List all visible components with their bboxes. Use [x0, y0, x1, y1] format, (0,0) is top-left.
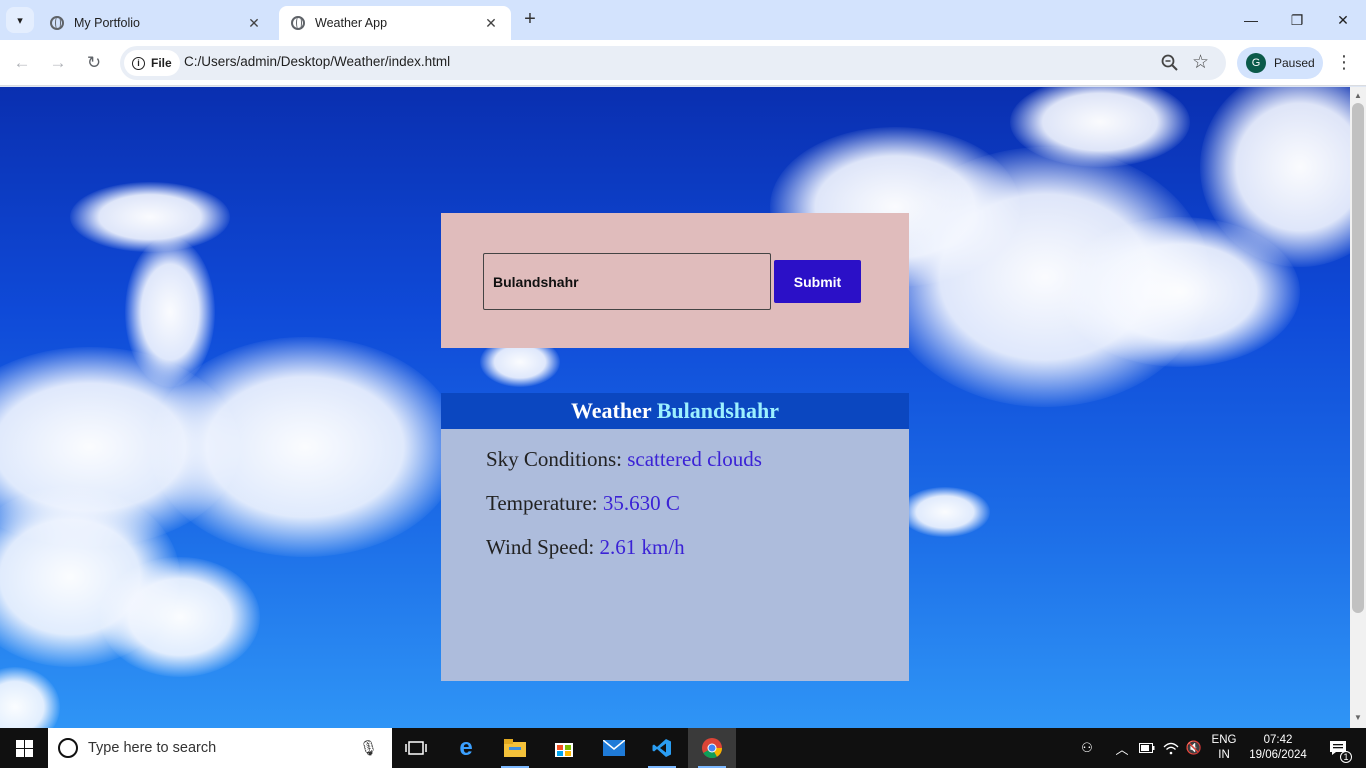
clock-time: 07:42: [1263, 734, 1293, 746]
task-view-icon[interactable]: [392, 728, 440, 768]
cloud-shape: [70, 182, 230, 252]
clock[interactable]: 07:42 19/06/2024: [1248, 728, 1308, 768]
chrome-icon[interactable]: [688, 728, 736, 768]
tab-search-button[interactable]: ▾: [6, 7, 34, 33]
chevron-down-icon: ▾: [17, 14, 23, 27]
restore-button[interactable]: ❐: [1274, 0, 1320, 40]
sky-value: scattered clouds: [627, 447, 762, 471]
scrollbar-thumb[interactable]: [1352, 103, 1364, 613]
cloud-shape: [900, 487, 990, 537]
profile-button[interactable]: G Paused: [1237, 47, 1323, 79]
scroll-down-icon[interactable]: ▼: [1354, 713, 1362, 722]
temperature-row: Temperature: 35.630 C: [486, 491, 680, 516]
tab-title: Weather App: [315, 16, 388, 30]
back-button[interactable]: ←: [9, 50, 35, 76]
cloud-shape: [100, 557, 260, 677]
temperature-label: Temperature:: [486, 491, 598, 515]
battery-icon[interactable]: [1136, 728, 1158, 768]
people-icon[interactable]: ⚇: [1074, 728, 1100, 768]
mail-icon[interactable]: [590, 728, 638, 768]
lang-code: ENG: [1211, 734, 1237, 746]
menu-kebab-icon[interactable]: ⋮: [1335, 52, 1353, 73]
close-window-button[interactable]: ✕: [1320, 0, 1366, 40]
vscode-icon[interactable]: [638, 728, 686, 768]
address-bar[interactable]: i File C:/Users/admin/Desktop/Weather/in…: [120, 46, 1226, 80]
windows-logo-icon: [15, 739, 33, 757]
close-icon[interactable]: ✕: [483, 15, 499, 32]
wind-speed-row: Wind Speed: 2.61 km/h: [486, 535, 685, 560]
zoom-icon[interactable]: [1160, 53, 1180, 73]
tab-title: My Portfolio: [74, 16, 140, 30]
reload-button[interactable]: ↻: [81, 50, 107, 76]
weather-header: Weather Bulandshahr: [441, 393, 909, 429]
submit-button[interactable]: Submit: [774, 260, 861, 303]
temperature-value: 35.630 C: [602, 491, 680, 515]
cortana-icon: [58, 738, 78, 758]
volume-muted-icon[interactable]: 🔇: [1183, 728, 1205, 768]
notification-center-button[interactable]: 1: [1318, 728, 1358, 768]
weather-card: Weather Bulandshahr Sky Conditions: scat…: [441, 393, 909, 681]
language-indicator[interactable]: ENG IN: [1206, 728, 1242, 768]
wind-value: 2.61 km/h: [599, 535, 685, 559]
chevron-up-icon[interactable]: ︿: [1112, 728, 1132, 768]
scroll-up-icon[interactable]: ▲: [1354, 91, 1362, 100]
info-icon: i: [132, 56, 145, 70]
globe-icon: [50, 16, 64, 30]
edge-browser-icon[interactable]: e: [442, 728, 490, 768]
forward-button[interactable]: →: [45, 50, 71, 76]
start-button[interactable]: [0, 728, 48, 768]
bookmark-star-icon[interactable]: ☆: [1192, 51, 1209, 74]
cloud-shape: [150, 337, 460, 557]
site-info-chip[interactable]: i File: [124, 50, 180, 76]
file-explorer-icon[interactable]: [491, 728, 539, 768]
url-text[interactable]: C:/Users/admin/Desktop/Weather/index.htm…: [184, 54, 450, 69]
wifi-icon[interactable]: [1160, 728, 1182, 768]
search-form-card: Submit: [441, 213, 909, 348]
weather-header-prefix: Weather: [570, 398, 652, 423]
tab-strip: ▾ My Portfolio ✕ Weather App ✕ + — ❐ ✕: [0, 0, 1366, 40]
sky-conditions-row: Sky Conditions: scattered clouds: [486, 447, 762, 472]
weather-header-city: Bulandshahr: [656, 398, 780, 423]
page-viewport: Submit Weather Bulandshahr Sky Condition…: [0, 87, 1350, 728]
wind-label: Wind Speed:: [486, 535, 595, 559]
new-tab-button[interactable]: +: [518, 8, 542, 31]
profile-status: Paused: [1274, 56, 1315, 70]
sky-label: Sky Conditions:: [486, 447, 622, 471]
taskbar-search-placeholder: Type here to search: [88, 740, 217, 756]
chip-label: File: [151, 56, 172, 70]
tab-my-portfolio[interactable]: My Portfolio ✕: [38, 6, 274, 40]
lang-region: IN: [1218, 749, 1230, 761]
microphone-icon[interactable]: 🎙: [359, 739, 378, 757]
close-icon[interactable]: ✕: [246, 15, 262, 32]
minimize-button[interactable]: —: [1228, 0, 1274, 40]
city-input[interactable]: [483, 253, 771, 310]
page-scrollbar[interactable]: ▲ ▼: [1350, 87, 1366, 728]
cloud-shape: [0, 667, 60, 728]
notification-count: 1: [1340, 751, 1352, 763]
clock-date: 19/06/2024: [1249, 749, 1307, 761]
taskbar: Type here to search 🎙 e ⚇ ︿ 🔇 ENG IN 07:…: [0, 728, 1366, 768]
taskbar-search-box[interactable]: Type here to search 🎙: [48, 728, 392, 768]
microsoft-store-icon[interactable]: [540, 728, 588, 768]
browser-toolbar: ← → ↻ i File C:/Users/admin/Desktop/Weat…: [0, 40, 1366, 86]
globe-icon: [291, 16, 305, 30]
avatar: G: [1246, 53, 1266, 73]
tab-weather-app[interactable]: Weather App ✕: [279, 6, 511, 40]
